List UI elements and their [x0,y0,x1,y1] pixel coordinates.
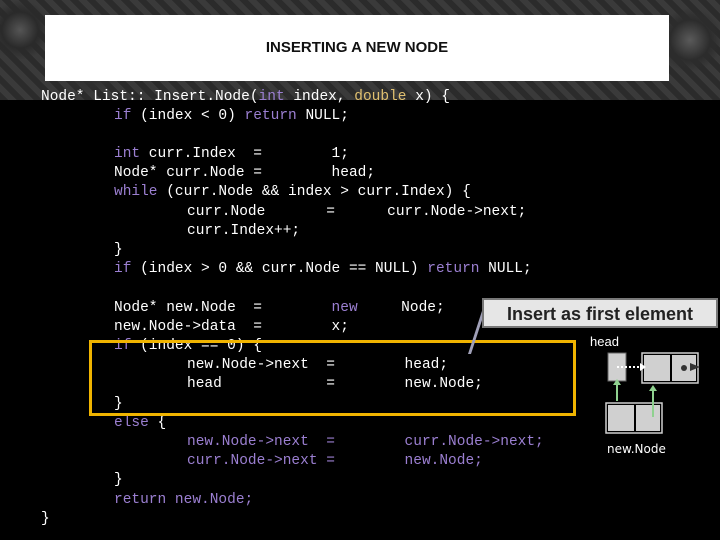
code-line-10: Node* new.Node = new Node; [114,300,445,316]
code-line-5: while (curr.Node && index > curr.Index) … [114,184,471,200]
slide-title: INSERTING A NEW NODE [265,39,449,56]
code-line-6: curr.Node = curr.Node->next; [187,204,527,220]
linked-list-diagram [605,352,700,434]
list-node-data-cell [644,355,670,381]
new-node-data-cell [608,405,634,431]
code-line-4: Node* curr.Node = head; [114,165,376,181]
code-line-8: } [114,242,123,258]
next-pointer-dot [681,365,687,371]
callout-box: Insert as first element [482,298,718,328]
callout-text: Insert as first element [506,304,694,324]
highlight-box [89,340,576,416]
title-box: INSERTING A NEW NODE [45,15,669,81]
code-line-16: else { [114,415,167,431]
code-line-9: if (index > 0 && curr.Node == NULL) retu… [114,261,532,277]
code-line-7: curr.Index++; [187,223,301,239]
code-line-18: curr.Node->next = new.Node; [187,453,483,469]
code-line-17: new.Node->next = curr.Node->next; [187,434,544,450]
newnode-next-arrowhead [649,385,657,391]
new-node-label: new.Node [607,442,666,456]
code-line-20: return new.Node; [114,492,254,508]
code-line-3: int curr.Index = 1; [114,146,349,162]
code-line-1: Node* List:: Insert.Node(int index, doub… [41,89,451,105]
code-line-19: } [114,472,123,488]
new-node-next-cell [636,405,660,431]
code-line-21: } [41,511,50,527]
code-line-2: if (index < 0) return NULL; [114,108,349,124]
code-line-11: new.Node->data = x; [114,319,349,335]
